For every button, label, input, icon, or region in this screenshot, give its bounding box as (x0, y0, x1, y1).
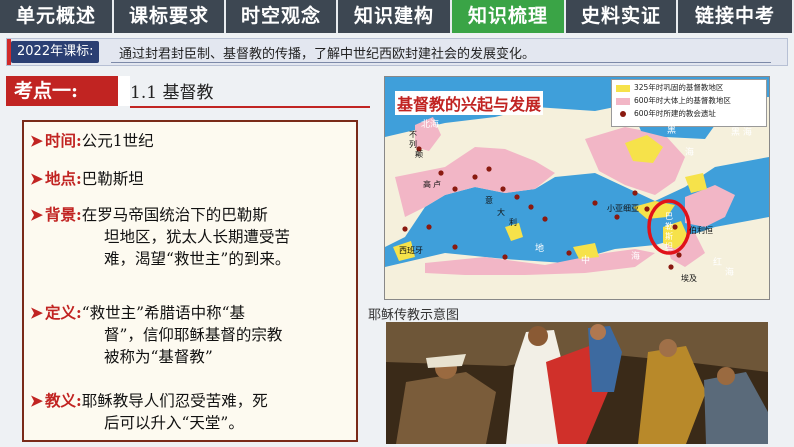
label-gaul: 卢 (433, 180, 441, 189)
arrow-icon: ➤ (30, 131, 43, 150)
item-key: 地点: (45, 169, 82, 188)
item-key: 时间: (45, 131, 82, 150)
painting-caption: 耶稣传教示意图 (368, 308, 460, 323)
item-definition: ➤ 定义:“救世主”希腊语中称“基 督”，信仰耶稣基督的宗教 被称为“基督教” (30, 302, 282, 368)
label-italy: 意 (485, 196, 493, 205)
label-spain: 西班牙 (399, 246, 423, 255)
arrow-icon: ➤ (30, 169, 43, 188)
tab-6[interactable]: 史料实证 (566, 0, 678, 33)
item-body: 巴勒斯坦 (81, 170, 144, 188)
tab-4[interactable]: 知识建构 (338, 0, 452, 33)
painting-graphic (386, 322, 768, 444)
map-title: 基督教的兴起与发展 (395, 91, 544, 115)
label-black-sea: 黑 (667, 126, 677, 136)
arrow-icon: ➤ (30, 205, 43, 224)
standard-text: 通过封君封臣制、基督教的传播，了解中世纪西欧封建社会的发展变化。 (119, 47, 536, 62)
label-mediterranean: 中 (581, 256, 591, 266)
knowledge-card: ➤ 时间:公元1世纪 ➤ 地点:巴勒斯坦 ➤ 背景:在罗马帝国统治下的巴勒斯 坦地区，… (22, 120, 358, 442)
item-body-line: “救世主”希腊语中称“基 (81, 304, 246, 322)
christianity-map: 基督教的兴起与发展 325年时巩固的基督教地区 600年时大体上的基督教地区 6… (384, 76, 770, 300)
legend-pink: 600年时大体上的基督教地区 (616, 95, 731, 107)
item-body: 公元1世纪 (81, 132, 154, 150)
item-key: 定义: (45, 303, 82, 322)
label-italy: 大 (497, 208, 505, 217)
label-mediterranean: 地 (535, 244, 545, 254)
arrow-icon: ➤ (30, 391, 43, 410)
label-palestine: 坦 (665, 242, 673, 251)
legend-yellow: 325年时巩固的基督教地区 (616, 82, 723, 94)
label-black-sea: 海 (685, 148, 695, 158)
item-background: ➤ 背景:在罗马帝国统治下的巴勒斯 坦地区，犹太人长期遭受苦 难，渴望“救世主”的… (30, 204, 290, 270)
top-nav: 单元概述 课标要求 时空观念 知识建构 知识梳理 史料实证 链接中考 (0, 0, 794, 33)
tab-3[interactable]: 时空观念 (226, 0, 338, 33)
curriculum-standard-bar: 2022年课标: 通过封君封臣制、基督教的传播，了解中世纪西欧封建社会的发展变化… (6, 38, 788, 66)
label-egypt: 埃及 (681, 274, 697, 283)
tab-2[interactable]: 课标要求 (114, 0, 226, 33)
item-body-line: 坦地区，犹太人长期遭受苦 (104, 228, 291, 246)
label-black-sea: 黑 海 (731, 128, 752, 138)
item-body-line: 难，渴望“救世主”的到来。 (104, 250, 291, 268)
label-italy: 利 (509, 218, 517, 227)
map-legend: 325年时巩固的基督教地区 600年时大体上的基督教地区 600年时所建的教会遗… (611, 79, 767, 127)
standard-underline (111, 62, 771, 63)
kaodian-notch (118, 76, 130, 106)
arrow-icon: ➤ (30, 303, 43, 322)
item-body-line: 在罗马帝国统治下的巴勒斯 (81, 206, 268, 224)
label-bethlehem: 伯利恒 (689, 226, 713, 235)
label-mediterranean: 海 (631, 252, 641, 262)
kaodian-rule (130, 106, 370, 108)
label-north-sea: 北海 (421, 120, 440, 130)
item-time: ➤ 时间:公元1世纪 (30, 130, 154, 152)
label-red-sea: 海 (725, 268, 735, 278)
label-gaul: 高 (423, 180, 431, 189)
label-asia-minor: 小亚细亚 (607, 204, 639, 213)
jesus-preaching-painting (386, 322, 768, 444)
label-britain: 颠 (415, 150, 423, 159)
legend-church: 600年时所建的教会遗址 (616, 108, 716, 120)
item-place: ➤ 地点:巴勒斯坦 (30, 168, 144, 190)
item-body-line: 被称为“基督教” (104, 348, 213, 366)
item-body-line: 耶稣教导人们忍受苦难，死 (81, 392, 268, 410)
item-body-line: 督”，信仰耶稣基督的宗教 (104, 326, 283, 344)
tab-5[interactable]: 知识梳理 (452, 0, 566, 33)
standard-label: 2022年课标: (11, 41, 100, 63)
label-red-sea: 红 (713, 258, 723, 268)
item-key: 教义: (45, 391, 82, 410)
kaodian-badge: 考点一: (6, 76, 118, 106)
item-key: 背景: (45, 205, 82, 224)
item-doctrine: ➤ 教义:耶稣教导人们忍受苦难，死 后可以升入“天堂”。 (30, 390, 268, 434)
item-body-line: 后可以升入“天堂”。 (104, 414, 244, 432)
kaodian-title: 1.1 基督教 (130, 83, 214, 103)
tab-1[interactable]: 单元概述 (0, 0, 114, 33)
tab-7[interactable]: 链接中考 (678, 0, 794, 33)
